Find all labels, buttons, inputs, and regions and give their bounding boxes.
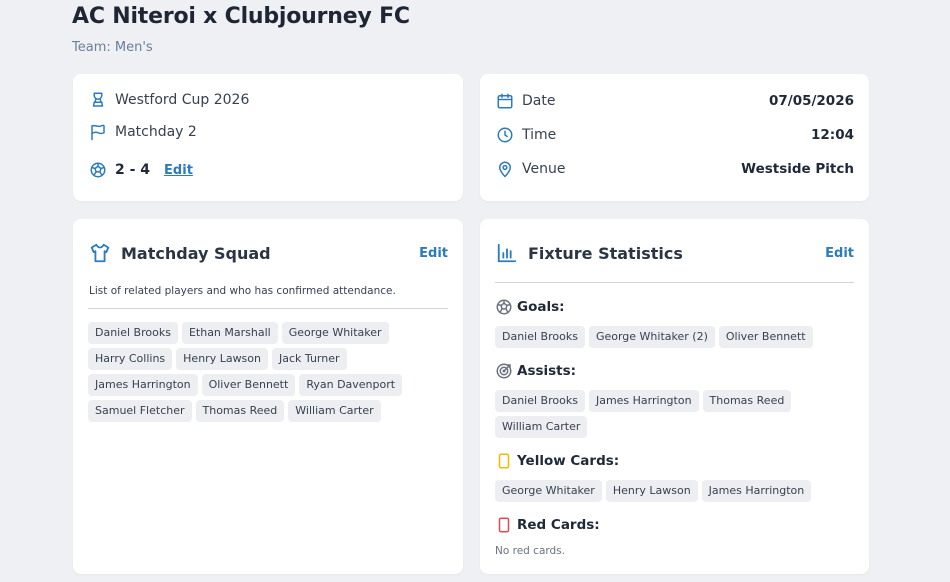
squad-divider xyxy=(88,308,448,309)
player-chip[interactable]: Daniel Brooks xyxy=(495,326,585,348)
stats-header: Fixture Statistics Edit xyxy=(496,242,854,264)
page-header: AC Niteroi x Clubjourney FC Team: Men's xyxy=(72,4,410,55)
assists-heading: Assists: xyxy=(495,362,576,380)
yellow-cards-heading: Yellow Cards: xyxy=(495,452,619,470)
squad-description: List of related players and who has conf… xyxy=(89,285,396,297)
player-chip[interactable]: Daniel Brooks xyxy=(88,322,178,344)
player-chip[interactable]: Ethan Marshall xyxy=(181,322,278,344)
matchday-row: Matchday 2 xyxy=(89,123,197,141)
player-chip[interactable]: Oliver Bennett xyxy=(718,326,813,348)
clock-icon xyxy=(496,126,514,144)
goals-label: Goals: xyxy=(517,299,565,315)
yellow-card-icon xyxy=(495,452,513,470)
venue-value: Westside Pitch xyxy=(741,161,854,177)
player-chip[interactable]: William Carter xyxy=(288,400,381,422)
time-label: Time xyxy=(522,127,557,143)
red-card-icon xyxy=(495,516,513,534)
player-chip[interactable]: James Harrington xyxy=(701,480,812,502)
date-label: Date xyxy=(522,93,556,109)
date-value: 07/05/2026 xyxy=(768,93,854,109)
stats-divider xyxy=(495,282,854,283)
player-chip[interactable]: Harry Collins xyxy=(88,348,173,370)
player-chip[interactable]: Thomas Reed xyxy=(702,390,792,412)
page-title: AC Niteroi x Clubjourney FC xyxy=(72,4,410,29)
fixture-statistics-card: Fixture Statistics Edit Goals: Daniel Br… xyxy=(480,219,869,574)
player-chip[interactable]: James Harrington xyxy=(588,390,699,412)
assists-list: Daniel Brooks James Harrington Thomas Reed… xyxy=(495,390,854,438)
player-chip[interactable]: James Harrington xyxy=(88,374,198,396)
player-chip[interactable]: Henry Lawson xyxy=(605,480,698,502)
team-label: Team: Men's xyxy=(72,40,153,55)
competition-name: Westford Cup 2026 xyxy=(115,92,250,108)
squad-player-list: Daniel Brooks Ethan Marshall George Whitak… xyxy=(88,322,448,422)
red-cards-heading: Red Cards: xyxy=(495,516,600,534)
player-chip[interactable]: George Whitaker xyxy=(281,322,389,344)
football-icon xyxy=(495,298,513,316)
player-chip[interactable]: Ryan Davenport xyxy=(299,374,403,396)
score-row: 2 - 4 Edit xyxy=(89,161,193,179)
squad-title: Matchday Squad xyxy=(121,243,271,263)
edit-stats-button[interactable]: Edit xyxy=(825,246,854,261)
player-chip[interactable]: George Whitaker (2) xyxy=(588,326,715,348)
trophy-icon xyxy=(89,91,107,109)
venue-row: Venue Westside Pitch xyxy=(496,160,854,178)
red-cards-label: Red Cards: xyxy=(517,517,600,533)
player-chip[interactable]: William Carter xyxy=(495,416,588,438)
goals-heading: Goals: xyxy=(495,298,565,316)
shirt-icon xyxy=(89,242,111,264)
stats-title: Fixture Statistics xyxy=(528,243,683,263)
player-chip[interactable]: Henry Lawson xyxy=(176,348,268,370)
competition-row: Westford Cup 2026 xyxy=(89,91,249,109)
assists-label: Assists: xyxy=(517,363,577,379)
time-value: 12:04 xyxy=(811,127,854,143)
match-info-card: Westford Cup 2026 Matchday 2 2 - 4 Edit xyxy=(73,74,463,201)
player-chip[interactable]: Oliver Bennett xyxy=(201,374,296,396)
edit-score-link[interactable]: Edit xyxy=(164,163,193,178)
goals-list: Daniel Brooks George Whitaker (2) Oliver B… xyxy=(495,326,854,348)
bar-chart-icon xyxy=(496,242,518,264)
player-chip[interactable]: Samuel Fletcher xyxy=(88,400,192,422)
location-pin-icon xyxy=(496,160,514,178)
player-chip[interactable]: George Whitaker xyxy=(495,480,602,502)
match-details-card: Date 07/05/2026 Time 12:04 Venue Westsid… xyxy=(480,74,869,201)
date-row: Date 07/05/2026 xyxy=(496,92,854,110)
yellow-cards-label: Yellow Cards: xyxy=(517,453,620,469)
no-red-cards-text: No red cards. xyxy=(495,545,565,557)
time-row: Time 12:04 xyxy=(496,126,854,144)
edit-squad-button[interactable]: Edit xyxy=(419,246,448,261)
matchday-squad-card: Matchday Squad Edit List of related play… xyxy=(73,219,463,574)
match-score: 2 - 4 xyxy=(115,162,151,178)
yellow-cards-list: George Whitaker Henry Lawson James Harring… xyxy=(495,480,854,502)
player-chip[interactable]: Daniel Brooks xyxy=(495,390,585,412)
calendar-icon xyxy=(496,92,514,110)
matchday-label: Matchday 2 xyxy=(115,124,197,140)
squad-header: Matchday Squad Edit xyxy=(89,242,448,264)
player-chip[interactable]: Jack Turner xyxy=(272,348,347,370)
football-icon xyxy=(89,161,107,179)
venue-label: Venue xyxy=(522,161,566,177)
target-icon xyxy=(495,362,513,380)
player-chip[interactable]: Thomas Reed xyxy=(195,400,285,422)
flag-icon xyxy=(89,123,107,141)
